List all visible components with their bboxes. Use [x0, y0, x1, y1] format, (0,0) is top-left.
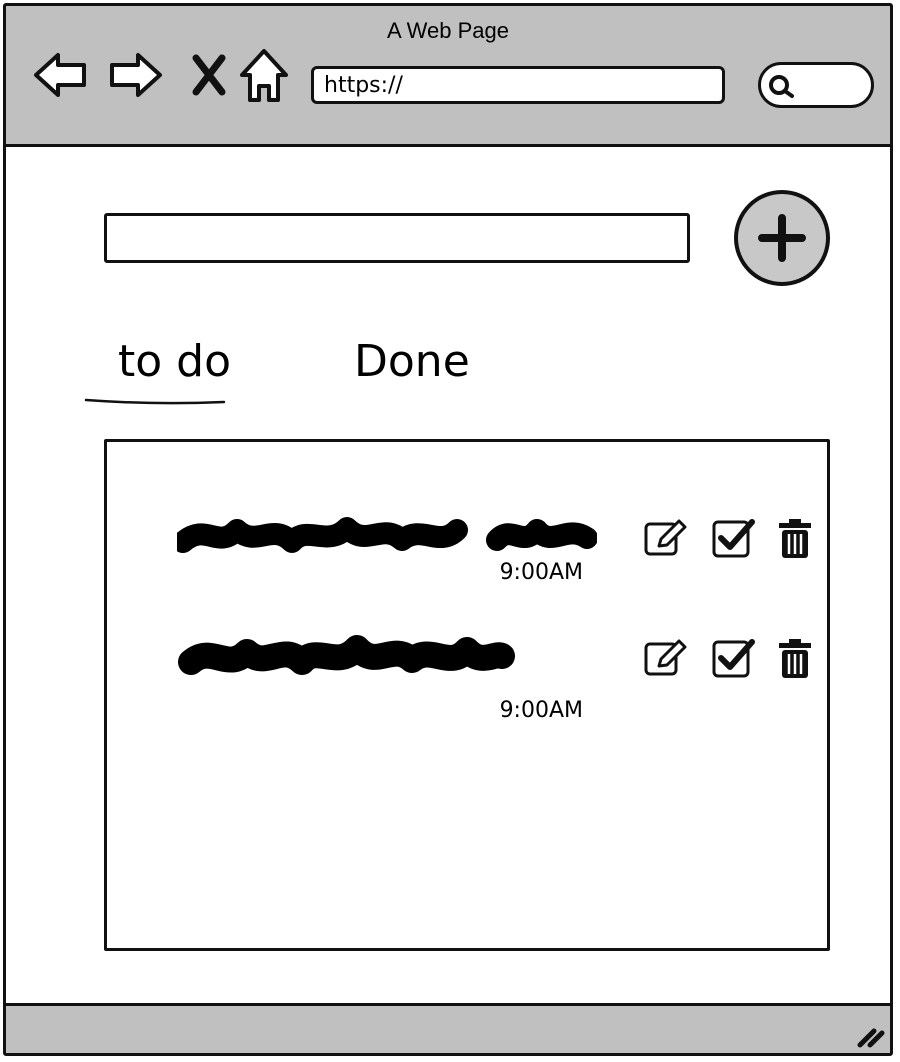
tab-done[interactable]: Done [354, 336, 470, 387]
edit-icon [644, 519, 687, 556]
delete-task-button[interactable] [773, 636, 817, 680]
resize-grip-icon[interactable] [854, 1017, 886, 1049]
complete-task-button[interactable] [711, 636, 755, 680]
trash-icon [779, 519, 811, 558]
task-time: 9:00AM [499, 560, 583, 585]
trash-icon [779, 639, 811, 678]
redacted-task-text [177, 517, 597, 553]
new-task-input[interactable] [104, 213, 690, 263]
address-bar[interactable]: https:// [311, 66, 725, 104]
status-bar [6, 1003, 890, 1053]
page-content: to do Done 9:00AM 9:00AM [6, 147, 890, 1005]
browser-toolbar: A Web Page https:// [6, 6, 890, 147]
edit-icon [644, 639, 687, 676]
edit-task-button[interactable] [643, 516, 687, 560]
add-task-button[interactable] [734, 190, 830, 286]
tab-todo[interactable]: to do [118, 336, 231, 387]
forward-button[interactable] [106, 46, 164, 104]
delete-task-button[interactable] [773, 516, 817, 560]
search-icon [769, 75, 794, 98]
task-list: 9:00AM 9:00AM [104, 439, 830, 951]
close-icon [192, 54, 226, 96]
window-title: A Web Page [387, 18, 509, 43]
url-text: https:// [324, 73, 403, 98]
list-item[interactable]: 9:00AM [107, 512, 827, 632]
back-button[interactable] [32, 46, 90, 104]
stop-button[interactable] [182, 46, 240, 104]
checkbox-icon [712, 639, 755, 678]
arrow-left-icon [34, 53, 86, 97]
complete-task-button[interactable] [711, 516, 755, 560]
edit-task-button[interactable] [643, 636, 687, 680]
home-button[interactable] [236, 46, 294, 104]
checkbox-icon [712, 519, 755, 558]
search-box[interactable] [758, 62, 874, 108]
list-item[interactable]: 9:00AM [107, 632, 827, 752]
browser-window: A Web Page https:// to do Done 9:00AM 9:… [3, 3, 893, 1056]
task-time: 9:00AM [499, 698, 583, 723]
active-tab-indicator [84, 398, 226, 405]
redacted-task-text [178, 635, 515, 675]
home-icon [240, 49, 288, 102]
plus-icon [758, 214, 806, 262]
arrow-right-icon [110, 53, 162, 97]
